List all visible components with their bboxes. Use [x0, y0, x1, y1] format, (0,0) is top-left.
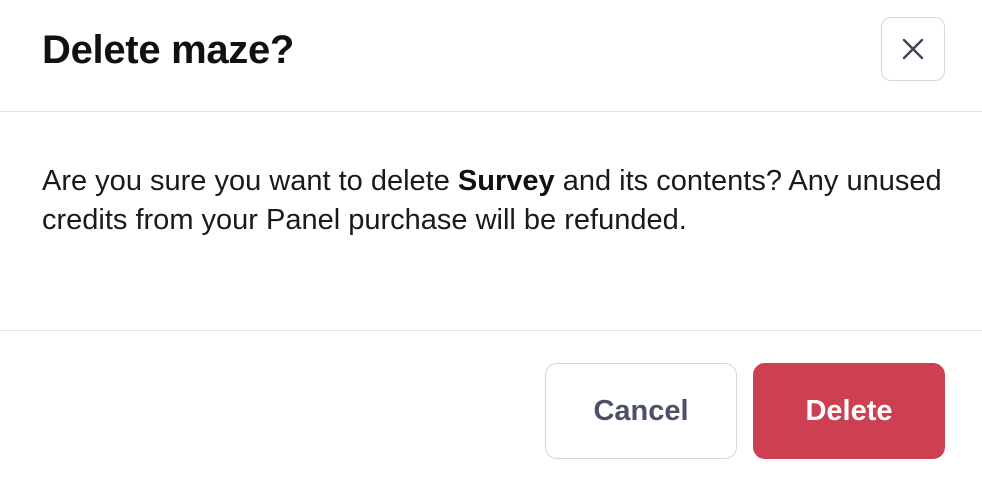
delete-maze-dialog: Delete maze? Are you sure you want to de…: [0, 0, 982, 478]
cancel-button-label: Cancel: [593, 394, 689, 427]
confirmation-message: Are you sure you want to delete Survey a…: [42, 162, 952, 240]
close-icon: [902, 38, 924, 60]
item-name: Survey: [457, 165, 555, 197]
delete-button[interactable]: Delete: [753, 363, 945, 459]
cancel-button[interactable]: Cancel: [545, 363, 737, 459]
close-button[interactable]: [881, 17, 945, 81]
dialog-header: Delete maze?: [0, 0, 982, 112]
dialog-title: Delete maze?: [42, 28, 295, 72]
delete-button-label: Delete: [805, 394, 893, 427]
dialog-footer: Cancel Delete: [0, 331, 982, 478]
message-text-before: Are you sure you want to delete: [42, 165, 458, 197]
dialog-body: Are you sure you want to delete Survey a…: [0, 112, 982, 331]
